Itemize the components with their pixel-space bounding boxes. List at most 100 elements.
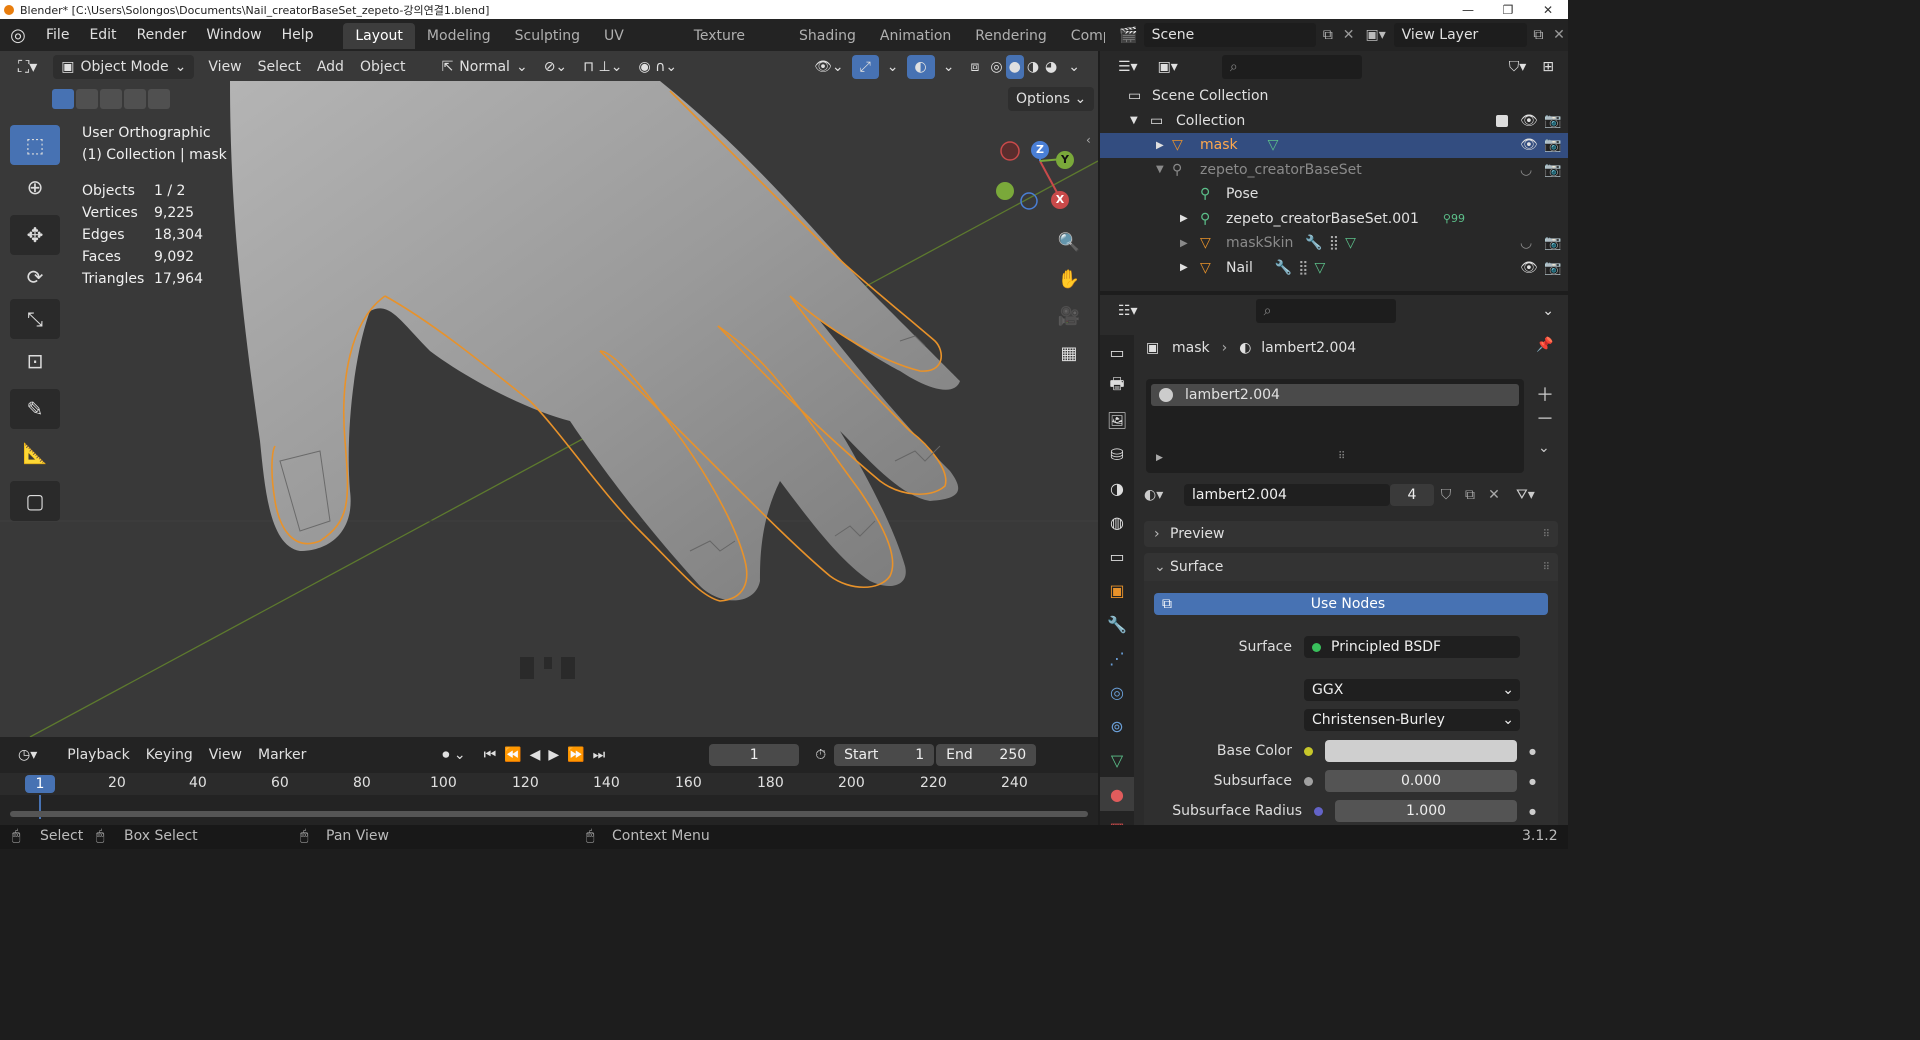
hidden-eye-icon[interactable]: ◡: [1520, 162, 1544, 178]
outliner-row-pose[interactable]: ⚲ Pose: [1100, 182, 1568, 207]
wireframe-shading-icon[interactable]: ◎: [987, 55, 1005, 79]
camera-icon[interactable]: 📷: [1544, 260, 1568, 276]
solid-shading-icon[interactable]: ●: [1005, 55, 1024, 79]
select-intersect-icon[interactable]: [148, 89, 170, 109]
eye-icon[interactable]: 👁: [1520, 113, 1544, 129]
distribution-dropdown[interactable]: GGX ⌄: [1304, 679, 1520, 701]
select-invert-icon[interactable]: [124, 89, 146, 109]
slot-specials-icon[interactable]: ⌄: [1538, 440, 1550, 456]
close-button[interactable]: ✕: [1528, 3, 1568, 17]
panel-preview[interactable]: › Preview ⠿: [1144, 521, 1558, 547]
properties-editor-type-icon[interactable]: ☷▾: [1110, 299, 1146, 323]
menu-playback[interactable]: Playback: [59, 743, 137, 767]
tab-particles[interactable]: ⋰: [1100, 641, 1134, 675]
gizmo-z-axis[interactable]: Z: [1031, 141, 1049, 159]
float-socket-icon[interactable]: [1304, 776, 1313, 786]
expand-right-icon[interactable]: ▶: [1180, 238, 1200, 249]
pivot-point-icon[interactable]: ⊘⌄: [536, 55, 575, 79]
new-scene-icon[interactable]: ⧉: [1316, 27, 1339, 43]
jump-end-icon[interactable]: ⏭: [589, 743, 610, 767]
tab-modifiers[interactable]: 🔧: [1100, 607, 1134, 641]
play-reverse-icon[interactable]: ◀: [526, 743, 545, 767]
tab-physics[interactable]: ◎: [1100, 675, 1134, 709]
pin-icon[interactable]: 📌: [1536, 337, 1553, 353]
modifier-wrench-icon[interactable]: 🔧: [1275, 260, 1292, 276]
tool-cursor[interactable]: ⊕: [10, 167, 60, 207]
menu-add[interactable]: Add: [309, 55, 352, 79]
expand-right-icon[interactable]: ▶: [1180, 262, 1200, 273]
tool-rotate[interactable]: ⟳: [10, 257, 60, 297]
tool-move[interactable]: ✥: [10, 215, 60, 255]
new-view-layer-icon[interactable]: ⧉: [1527, 27, 1550, 43]
remove-view-layer-icon[interactable]: ✕: [1550, 27, 1568, 43]
select-subtract-icon[interactable]: [100, 89, 122, 109]
surface-shader-field[interactable]: Principled BSDF: [1304, 636, 1520, 658]
eye-icon[interactable]: 👁: [1520, 260, 1544, 276]
frame-ruler[interactable]: 1 20 40 60 80 100 120 140 160 180 200 22…: [0, 773, 1098, 795]
base-color-swatch[interactable]: [1325, 740, 1517, 762]
jump-keyframe-back-icon[interactable]: ⏪: [500, 743, 525, 767]
stopwatch-icon[interactable]: ⏱: [807, 743, 834, 767]
play-icon[interactable]: ▶: [544, 743, 563, 767]
tool-scale[interactable]: ⤡: [10, 299, 60, 339]
material-name-field[interactable]: lambert2.004: [1184, 484, 1390, 506]
material-link-icon[interactable]: ⛛▾: [1516, 487, 1552, 503]
snap-icon[interactable]: ⊓ ⊥⌄: [575, 55, 630, 79]
timeline-scrollbar[interactable]: [10, 811, 1088, 817]
mesh-data-icon[interactable]: ▽: [1315, 260, 1326, 276]
tool-measure[interactable]: 📐: [10, 433, 60, 473]
view-layer-browse-icon[interactable]: ▣▾: [1358, 27, 1394, 43]
expand-right-icon[interactable]: ▶: [1180, 213, 1200, 224]
shading-dropdown-icon[interactable]: ⌄: [1060, 55, 1088, 79]
modifier-wrench-icon[interactable]: 🔧: [1305, 235, 1322, 251]
new-collection-icon[interactable]: ⊞: [1534, 55, 1562, 79]
blender-menu-icon[interactable]: ◎: [0, 25, 36, 46]
material-slot-list[interactable]: lambert2.004 ▶ ⠿: [1146, 379, 1524, 473]
outliner-search-input[interactable]: ⌕: [1221, 55, 1362, 79]
end-frame-field[interactable]: End 250: [936, 744, 1037, 766]
menu-timeline-view[interactable]: View: [201, 743, 250, 767]
bone-children-badge[interactable]: ⚲99: [1443, 212, 1465, 225]
hidden-eye-icon[interactable]: ◡: [1520, 235, 1544, 251]
tab-view-layer[interactable]: ⛁: [1100, 437, 1134, 471]
remove-scene-icon[interactable]: ✕: [1340, 27, 1358, 43]
overlay-dropdown-icon[interactable]: ⌄: [935, 55, 963, 79]
subsurface-field[interactable]: 0.000: [1325, 770, 1517, 792]
outliner-row-nail[interactable]: ▶ ▽ Nail 🔧 ⣿ ▽ 👁 📷: [1100, 256, 1568, 281]
tab-render[interactable]: 🖶: [1100, 369, 1134, 403]
tool-add-cube[interactable]: ▢: [10, 481, 60, 521]
tab-constraints[interactable]: ⊚: [1100, 709, 1134, 743]
scene-browse-icon[interactable]: 🎬: [1113, 26, 1144, 44]
sidebar-toggle-icon[interactable]: ‹: [1086, 133, 1091, 147]
fake-user-shield-icon[interactable]: ⛉: [1434, 487, 1458, 503]
tab-rendering[interactable]: Rendering: [963, 23, 1059, 49]
menu-window[interactable]: Window: [196, 19, 271, 51]
unlink-material-icon[interactable]: ✕: [1482, 487, 1506, 503]
tab-shading[interactable]: Shading: [787, 23, 868, 49]
select-new-icon[interactable]: [52, 89, 74, 109]
overlay-toggle-icon[interactable]: ◐: [906, 55, 935, 79]
add-slot-button[interactable]: ＋: [1536, 381, 1554, 407]
mode-dropdown[interactable]: ▣ Object Mode ⌄: [53, 55, 195, 79]
menu-keying[interactable]: Keying: [138, 743, 201, 767]
mesh-data-icon[interactable]: ▽: [1268, 137, 1279, 153]
menu-help[interactable]: Help: [272, 19, 324, 51]
proportional-edit-icon[interactable]: ◉ ∩⌄: [630, 55, 685, 79]
tool-annotate[interactable]: ✎: [10, 389, 60, 429]
duplicate-material-icon[interactable]: ⧉: [1458, 487, 1482, 503]
material-users-count[interactable]: 4: [1390, 484, 1434, 506]
tab-material[interactable]: ●: [1100, 777, 1134, 811]
tab-uv-editing[interactable]: UV Editing: [592, 23, 682, 70]
drag-handle-icon[interactable]: ⠿: [1543, 529, 1550, 540]
maximize-button[interactable]: ❐: [1488, 3, 1528, 17]
menu-marker[interactable]: Marker: [250, 743, 314, 767]
eye-icon[interactable]: 👁: [1520, 137, 1544, 153]
tab-layout[interactable]: Layout: [343, 23, 415, 49]
timeline-track[interactable]: [0, 795, 1098, 819]
outliner-row-collection[interactable]: ▼ ▭ Collection 👁 📷: [1100, 109, 1568, 134]
tab-object[interactable]: ▣: [1100, 573, 1134, 607]
panel-surface[interactable]: ⌄ Surface ⠿: [1144, 553, 1558, 581]
jump-start-icon[interactable]: ⏮: [480, 743, 501, 767]
timeline-editor-type-icon[interactable]: ◷▾: [10, 743, 45, 767]
record-icon[interactable]: ⏺ ⌄: [434, 743, 473, 767]
